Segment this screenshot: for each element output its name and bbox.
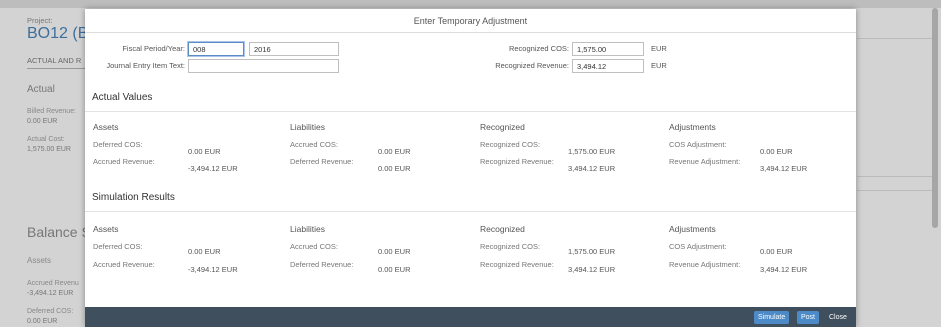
actual-cos-adjustment-label: COS Adjustment:: [669, 140, 727, 149]
sim-recognized-revenue-value: 3,494.12 EUR: [568, 265, 616, 274]
actual-recognized-cos-value: 1,575.00 EUR: [568, 147, 616, 156]
actual-deferred-cos-value: 0.00 EUR: [188, 147, 221, 156]
actual-revenue-adjustment-value: 3,494.12 EUR: [760, 164, 808, 173]
actual-assets-heading: Assets: [93, 122, 119, 132]
divider: [857, 190, 937, 191]
post-button[interactable]: Post: [797, 311, 820, 324]
recognized-revenue-input[interactable]: [572, 59, 644, 73]
recognized-cos-input[interactable]: [572, 42, 644, 56]
actual-deferred-revenue-label: Deferred Revenue:: [290, 157, 354, 166]
actual-cost-label: Actual Cost:: [27, 136, 65, 143]
actual-recognized-revenue-label: Recognized Revenue:: [480, 157, 554, 166]
sim-deferred-revenue-label: Deferred Revenue:: [290, 260, 354, 269]
fiscal-year-input[interactable]: [249, 42, 339, 56]
recognized-cos-unit: EUR: [651, 44, 667, 53]
assets-heading: Assets: [27, 256, 52, 265]
billed-revenue-value: 0.00 EUR: [27, 118, 58, 125]
actual-recognized-revenue-value: 3,494.12 EUR: [568, 164, 616, 173]
sim-recognized-cos-label: Recognized COS:: [480, 242, 541, 251]
sim-accrued-revenue-label: Accrued Revenue:: [93, 260, 155, 269]
sim-accrued-cos-value: 0.00 EUR: [378, 247, 411, 256]
sim-deferred-cos-value: 0.00 EUR: [188, 247, 221, 256]
journal-entry-label: Journal Entry Item Text:: [106, 61, 185, 70]
dialog-footer: Simulate Post Close: [85, 307, 856, 327]
sim-deferred-cos-label: Deferred COS:: [93, 242, 143, 251]
actual-accrued-revenue-label: Accrued Revenue:: [93, 157, 155, 166]
actual-accrued-revenue-value: -3,494.12 EUR: [188, 164, 238, 173]
sim-adjustments-heading: Adjustments: [669, 224, 716, 234]
sim-recognized-heading: Recognized: [480, 224, 525, 234]
fiscal-period-label: Fiscal Period/Year:: [122, 44, 185, 53]
sim-cos-adjustment-value: 0.00 EUR: [760, 247, 793, 256]
close-button[interactable]: Close: [825, 311, 851, 324]
sim-deferred-revenue-value: 0.00 EUR: [378, 265, 411, 274]
divider: [85, 111, 856, 112]
page-scrollbar[interactable]: [932, 8, 938, 228]
sim-assets-heading: Assets: [93, 224, 119, 234]
journal-entry-input[interactable]: [188, 59, 339, 73]
actual-recognized-cos-label: Recognized COS:: [480, 140, 541, 149]
sim-accrued-cos-label: Accrued COS:: [290, 242, 338, 251]
sim-revenue-adjustment-label: Revenue Adjustment:: [669, 260, 741, 269]
billed-revenue-label: Billed Revenue:: [27, 108, 77, 115]
accrued-revenue-label: Accrued Revenu: [27, 280, 79, 287]
recognized-revenue-label: Recognized Revenue:: [495, 61, 569, 70]
divider: [857, 176, 937, 177]
actual-cost-value: 1,575.00 EUR: [27, 146, 71, 153]
recognized-cos-label: Recognized COS:: [508, 44, 569, 53]
accrued-revenue-value: -3,494.12 EUR: [27, 290, 74, 297]
actual-deferred-cos-label: Deferred COS:: [93, 140, 143, 149]
sim-cos-adjustment-label: COS Adjustment:: [669, 242, 727, 251]
actual-accrued-cos-value: 0.00 EUR: [378, 147, 411, 156]
divider: [857, 38, 937, 39]
sim-liabilities-heading: Liabilities: [290, 224, 325, 234]
actual-recognized-heading: Recognized: [480, 122, 525, 132]
fiscal-period-input[interactable]: [188, 42, 244, 56]
actual-adjustments-heading: Adjustments: [669, 122, 716, 132]
sim-accrued-revenue-value: -3,494.12 EUR: [188, 265, 238, 274]
deferred-cos-value: 0.00 EUR: [27, 318, 58, 325]
deferred-cos-label: Deferred COS:: [27, 308, 74, 315]
adjustment-dialog: Enter Temporary Adjustment Fiscal Period…: [85, 9, 856, 327]
top-stripe: [0, 0, 941, 8]
tab-actual-and-recognized[interactable]: ACTUAL AND R: [27, 56, 81, 65]
actual-accrued-cos-label: Accrued COS:: [290, 140, 338, 149]
simulation-results-heading: Simulation Results: [92, 192, 175, 203]
tab-underline: [27, 68, 85, 69]
actual-revenue-adjustment-label: Revenue Adjustment:: [669, 157, 741, 166]
project-label: Project:: [27, 16, 53, 25]
simulate-button[interactable]: Simulate: [754, 311, 790, 324]
sim-recognized-revenue-label: Recognized Revenue:: [480, 260, 554, 269]
actual-values-heading: Actual Values: [92, 92, 153, 103]
actual-deferred-revenue-value: 0.00 EUR: [378, 164, 411, 173]
actual-liabilities-heading: Liabilities: [290, 122, 325, 132]
divider: [85, 211, 856, 212]
sim-revenue-adjustment-value: 3,494.12 EUR: [760, 265, 808, 274]
section-actual-heading: Actual: [27, 84, 55, 95]
sim-recognized-cos-value: 1,575.00 EUR: [568, 247, 616, 256]
actual-cos-adjustment-value: 0.00 EUR: [760, 147, 793, 156]
recognized-revenue-unit: EUR: [651, 61, 667, 70]
dialog-title: Enter Temporary Adjustment: [85, 9, 856, 33]
